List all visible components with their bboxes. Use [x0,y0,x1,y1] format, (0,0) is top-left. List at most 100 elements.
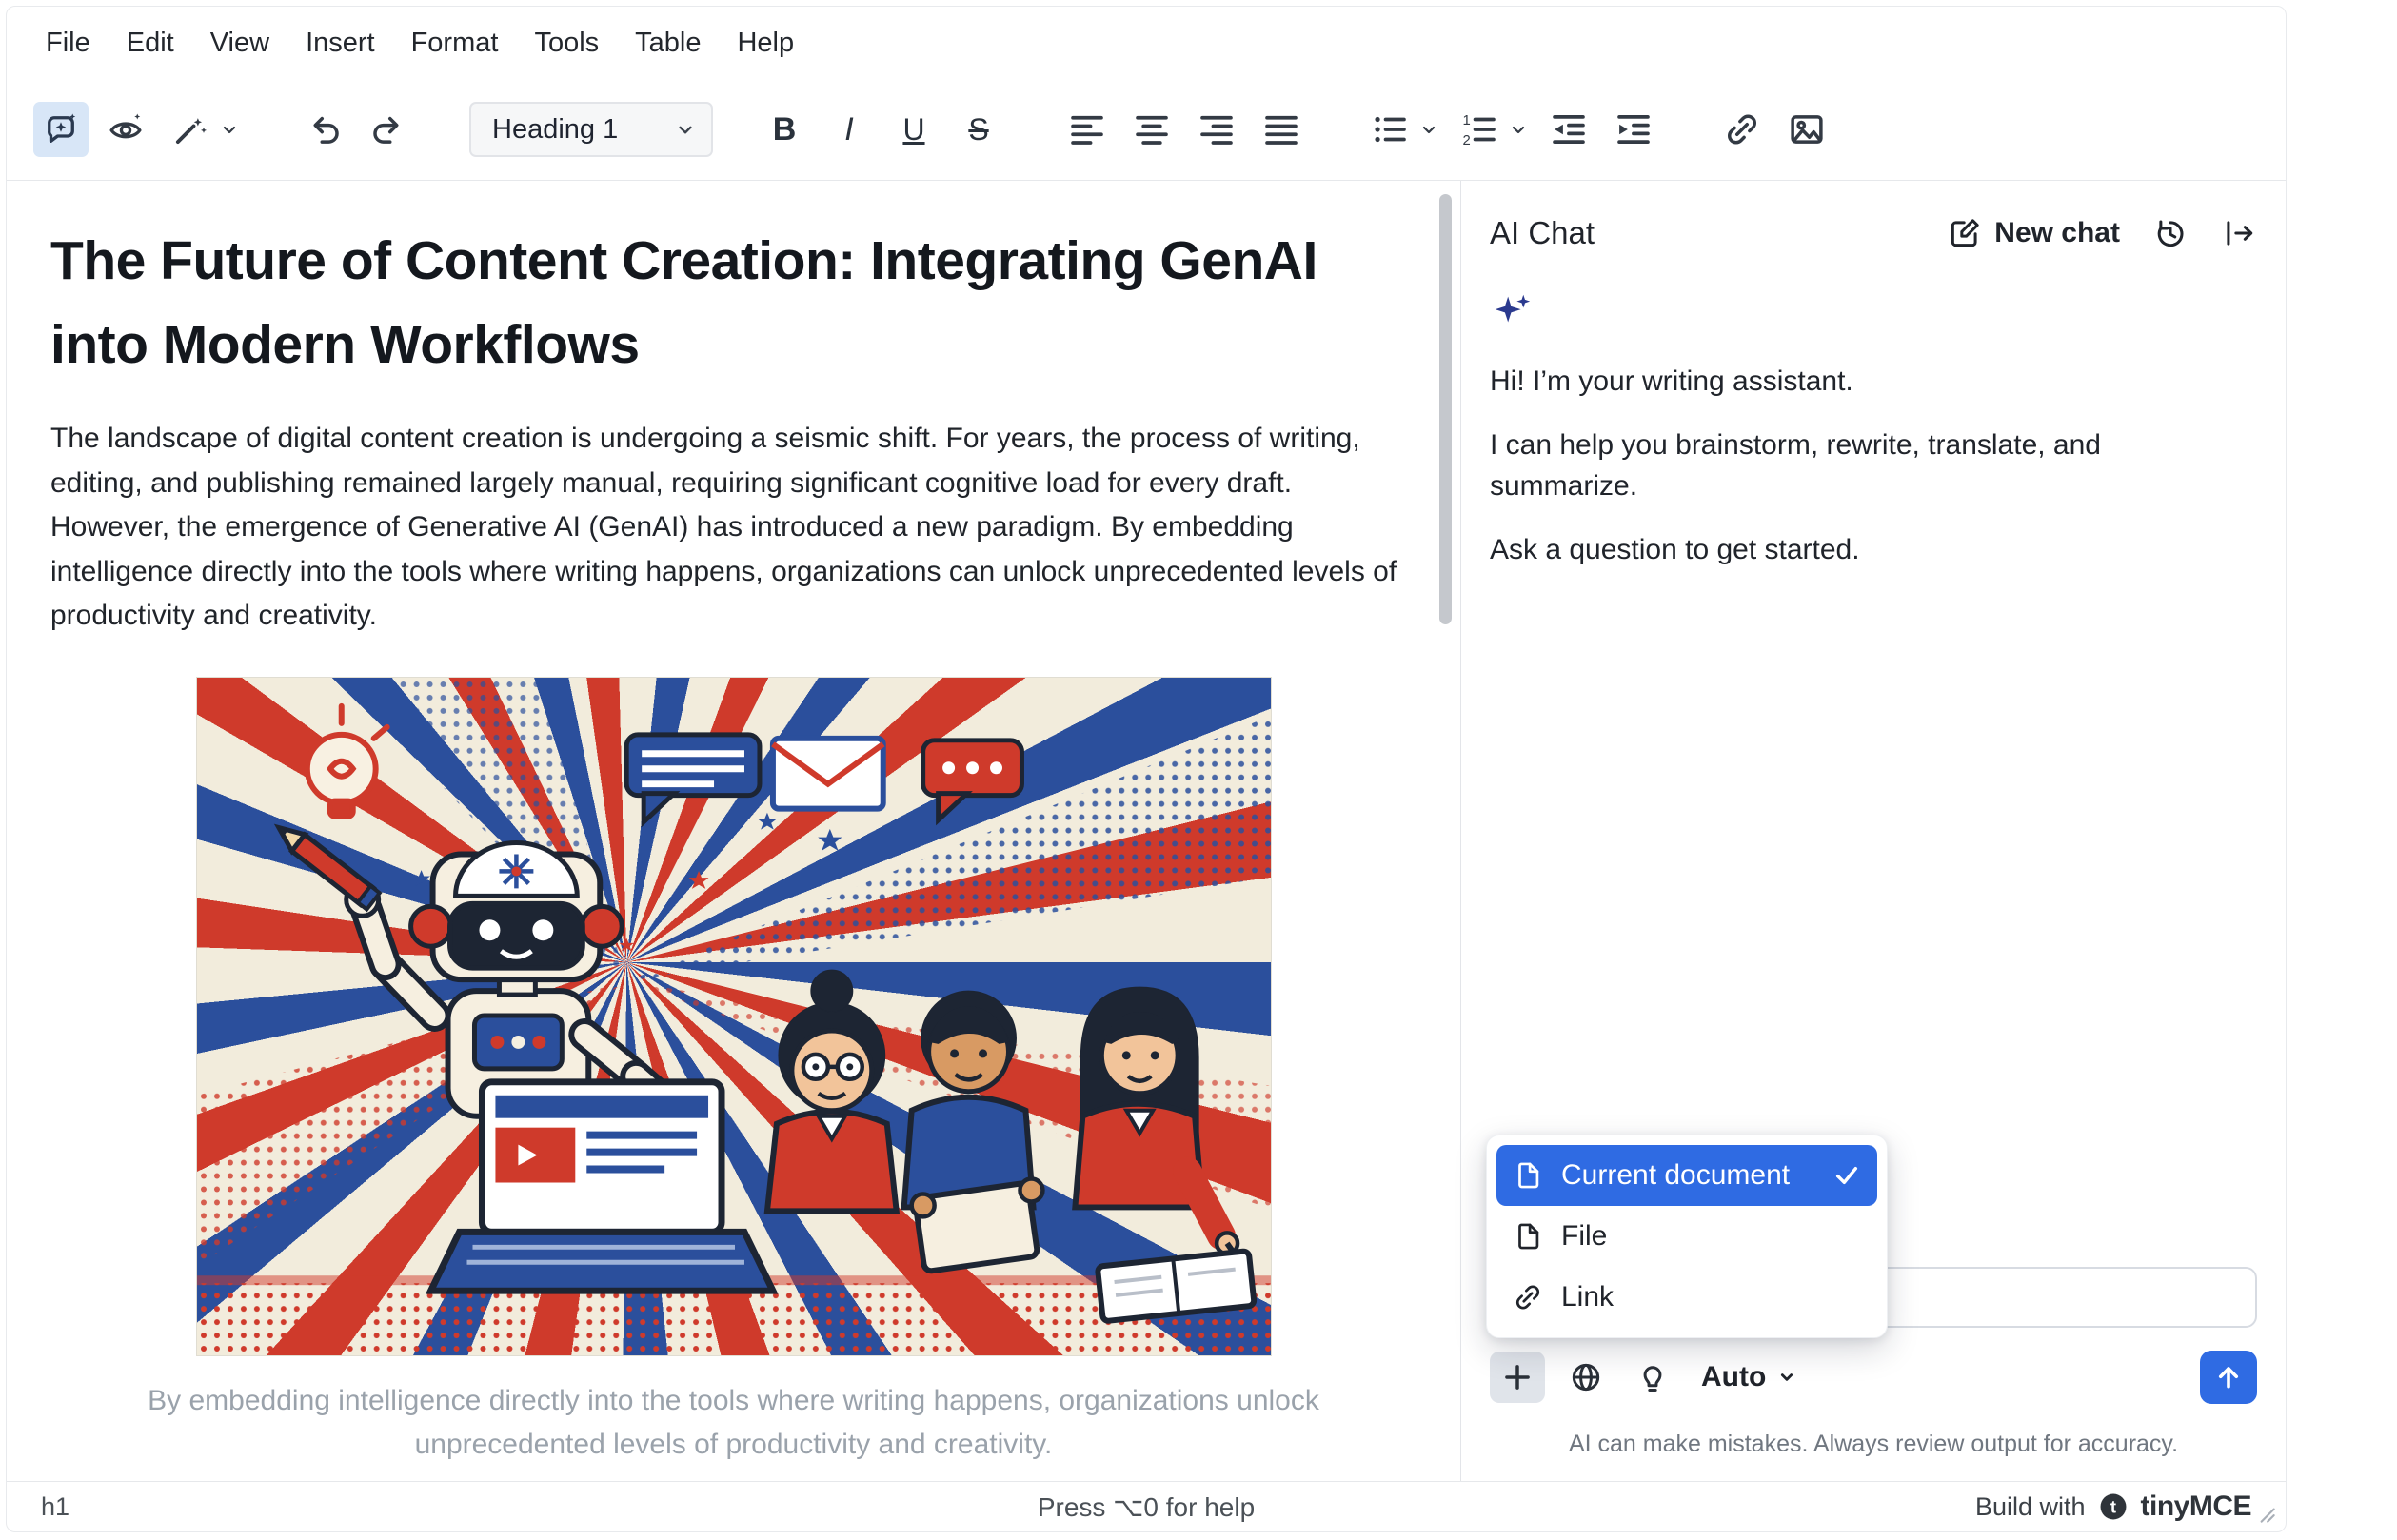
ai-review-icon [106,109,146,149]
redo-icon [368,109,408,149]
numbered-list-icon: 12 [1459,109,1499,149]
toolbar-group-lists: 12 [1362,102,1671,157]
toolbar-group-history [296,102,426,157]
ai-shortcuts-button[interactable] [163,102,218,157]
svg-text:1: 1 [1463,113,1471,128]
context-menu-label: Link [1561,1281,1614,1313]
toolbar-group-text-style: B I U S [757,102,1016,157]
bullet-list-chevron[interactable] [1416,102,1442,157]
outdent-button[interactable] [1541,102,1596,157]
resize-handle[interactable] [2253,1501,2278,1526]
context-menu-label: Current document [1561,1159,1790,1192]
context-menu-item-link[interactable]: Link [1496,1267,1877,1328]
document-paragraph[interactable]: The landscape of digital content creatio… [50,417,1416,639]
ai-chat-messages: Hi! I’m your writing assistant. I can he… [1490,261,2257,1267]
undo-button[interactable] [296,102,351,157]
strikethrough-button[interactable]: S [951,102,1006,157]
bold-glyph: B [773,113,797,146]
toolbar: Heading 1 B I U S [7,79,2286,180]
align-justify-button[interactable] [1254,102,1309,157]
menu-file[interactable]: File [28,20,109,67]
assistant-message: Ask a question to get started. [1490,529,2242,570]
menu-format[interactable]: Format [393,20,517,67]
document-body[interactable]: The Future of Content Creation: Integrat… [7,181,1460,1467]
editor-scrollbar-thumb[interactable] [1439,194,1452,624]
suggestions-button[interactable] [1627,1352,1678,1403]
globe-icon [1568,1359,1604,1395]
new-chat-icon [1947,215,1983,251]
numbered-list-button[interactable]: 12 [1452,102,1507,157]
ai-chat-toggle-button[interactable] [33,102,89,157]
editor-window: File Edit View Insert Format Tools Table… [6,6,2287,1532]
menu-insert[interactable]: Insert [287,20,393,67]
redo-button[interactable] [361,102,416,157]
italic-glyph: I [844,113,853,146]
lightbulb-icon [1634,1359,1671,1395]
collapse-panel-icon [2221,215,2257,251]
ai-chat-icon [41,109,81,149]
strikethrough-glyph: S [968,114,988,145]
toolbar-group-insert [1714,102,1844,157]
align-right-button[interactable] [1189,102,1244,157]
italic-button[interactable]: I [822,102,877,157]
svg-text:t: t [2110,1496,2115,1516]
align-center-button[interactable] [1124,102,1179,157]
context-menu-item-current-document[interactable]: Current document [1496,1145,1877,1206]
close-sidebar-button[interactable] [2221,215,2257,251]
menu-bar: File Edit View Insert Format Tools Table… [7,7,2286,79]
attach-context-button[interactable] [1490,1352,1545,1403]
insert-image-button[interactable] [1779,102,1834,157]
menu-table[interactable]: Table [617,20,719,67]
document-heading[interactable]: The Future of Content Creation: Integrat… [50,219,1416,386]
chat-history-button[interactable] [2152,215,2189,251]
menu-tools[interactable]: Tools [516,20,617,67]
underline-button[interactable]: U [886,102,941,157]
branding-name: tinyMCE [2141,1491,2252,1523]
chat-controls: Auto [1490,1351,2257,1404]
toolbar-group-format: Heading 1 [469,102,713,157]
bullet-list-button[interactable] [1362,102,1417,157]
indent-button[interactable] [1606,102,1661,157]
align-right-icon [1197,109,1237,149]
hero-illustration [197,678,1271,1355]
toolbar-group-align [1060,102,1318,157]
numbered-list-chevron[interactable] [1505,102,1532,157]
branding[interactable]: Build with t tinyMCE [1975,1491,2251,1523]
chevron-down-icon [1507,118,1530,141]
plus-icon [1499,1359,1535,1395]
menu-help[interactable]: Help [719,20,812,67]
ai-chat-header: AI Chat New chat [1490,206,2257,261]
new-chat-button[interactable]: New chat [1947,215,2120,251]
ai-shortcuts-chevron[interactable] [216,102,243,157]
chevron-down-icon [218,118,241,141]
bold-button[interactable]: B [757,102,812,157]
outdent-icon [1549,109,1589,149]
link-icon [1722,109,1762,149]
tinymce-logo-icon: t [2097,1491,2130,1523]
context-menu-item-file[interactable]: File [1496,1206,1877,1267]
bullet-list-icon [1370,109,1410,149]
block-format-select[interactable]: Heading 1 [469,102,713,157]
ai-chat-sidebar: AI Chat New chat [1461,181,2286,1481]
insert-link-button[interactable] [1714,102,1770,157]
undo-icon [304,109,344,149]
file-icon [1512,1220,1544,1253]
new-chat-label: New chat [1994,217,2120,249]
ai-chat-actions: New chat [1947,215,2257,251]
web-search-button[interactable] [1560,1352,1612,1403]
model-selector-value: Auto [1701,1361,1766,1393]
menu-edit[interactable]: Edit [109,20,192,67]
hero-image[interactable] [196,677,1272,1356]
send-button[interactable] [2200,1351,2257,1404]
ai-disclaimer: AI can make mistakes. Always review outp… [1490,1431,2257,1462]
align-left-button[interactable] [1060,102,1115,157]
image-caption[interactable]: By embedding intelligence directly into … [82,1379,1386,1467]
chevron-down-icon [1773,1364,1800,1391]
menu-view[interactable]: View [192,20,287,67]
status-bar: h1 Press ⌥0 for help Build with t tinyMC… [7,1481,2286,1531]
send-arrow-icon [2211,1360,2246,1394]
model-selector[interactable]: Auto [1701,1361,1800,1393]
history-icon [2152,215,2189,251]
branding-prefix: Build with [1975,1492,2086,1522]
ai-review-button[interactable] [98,102,153,157]
